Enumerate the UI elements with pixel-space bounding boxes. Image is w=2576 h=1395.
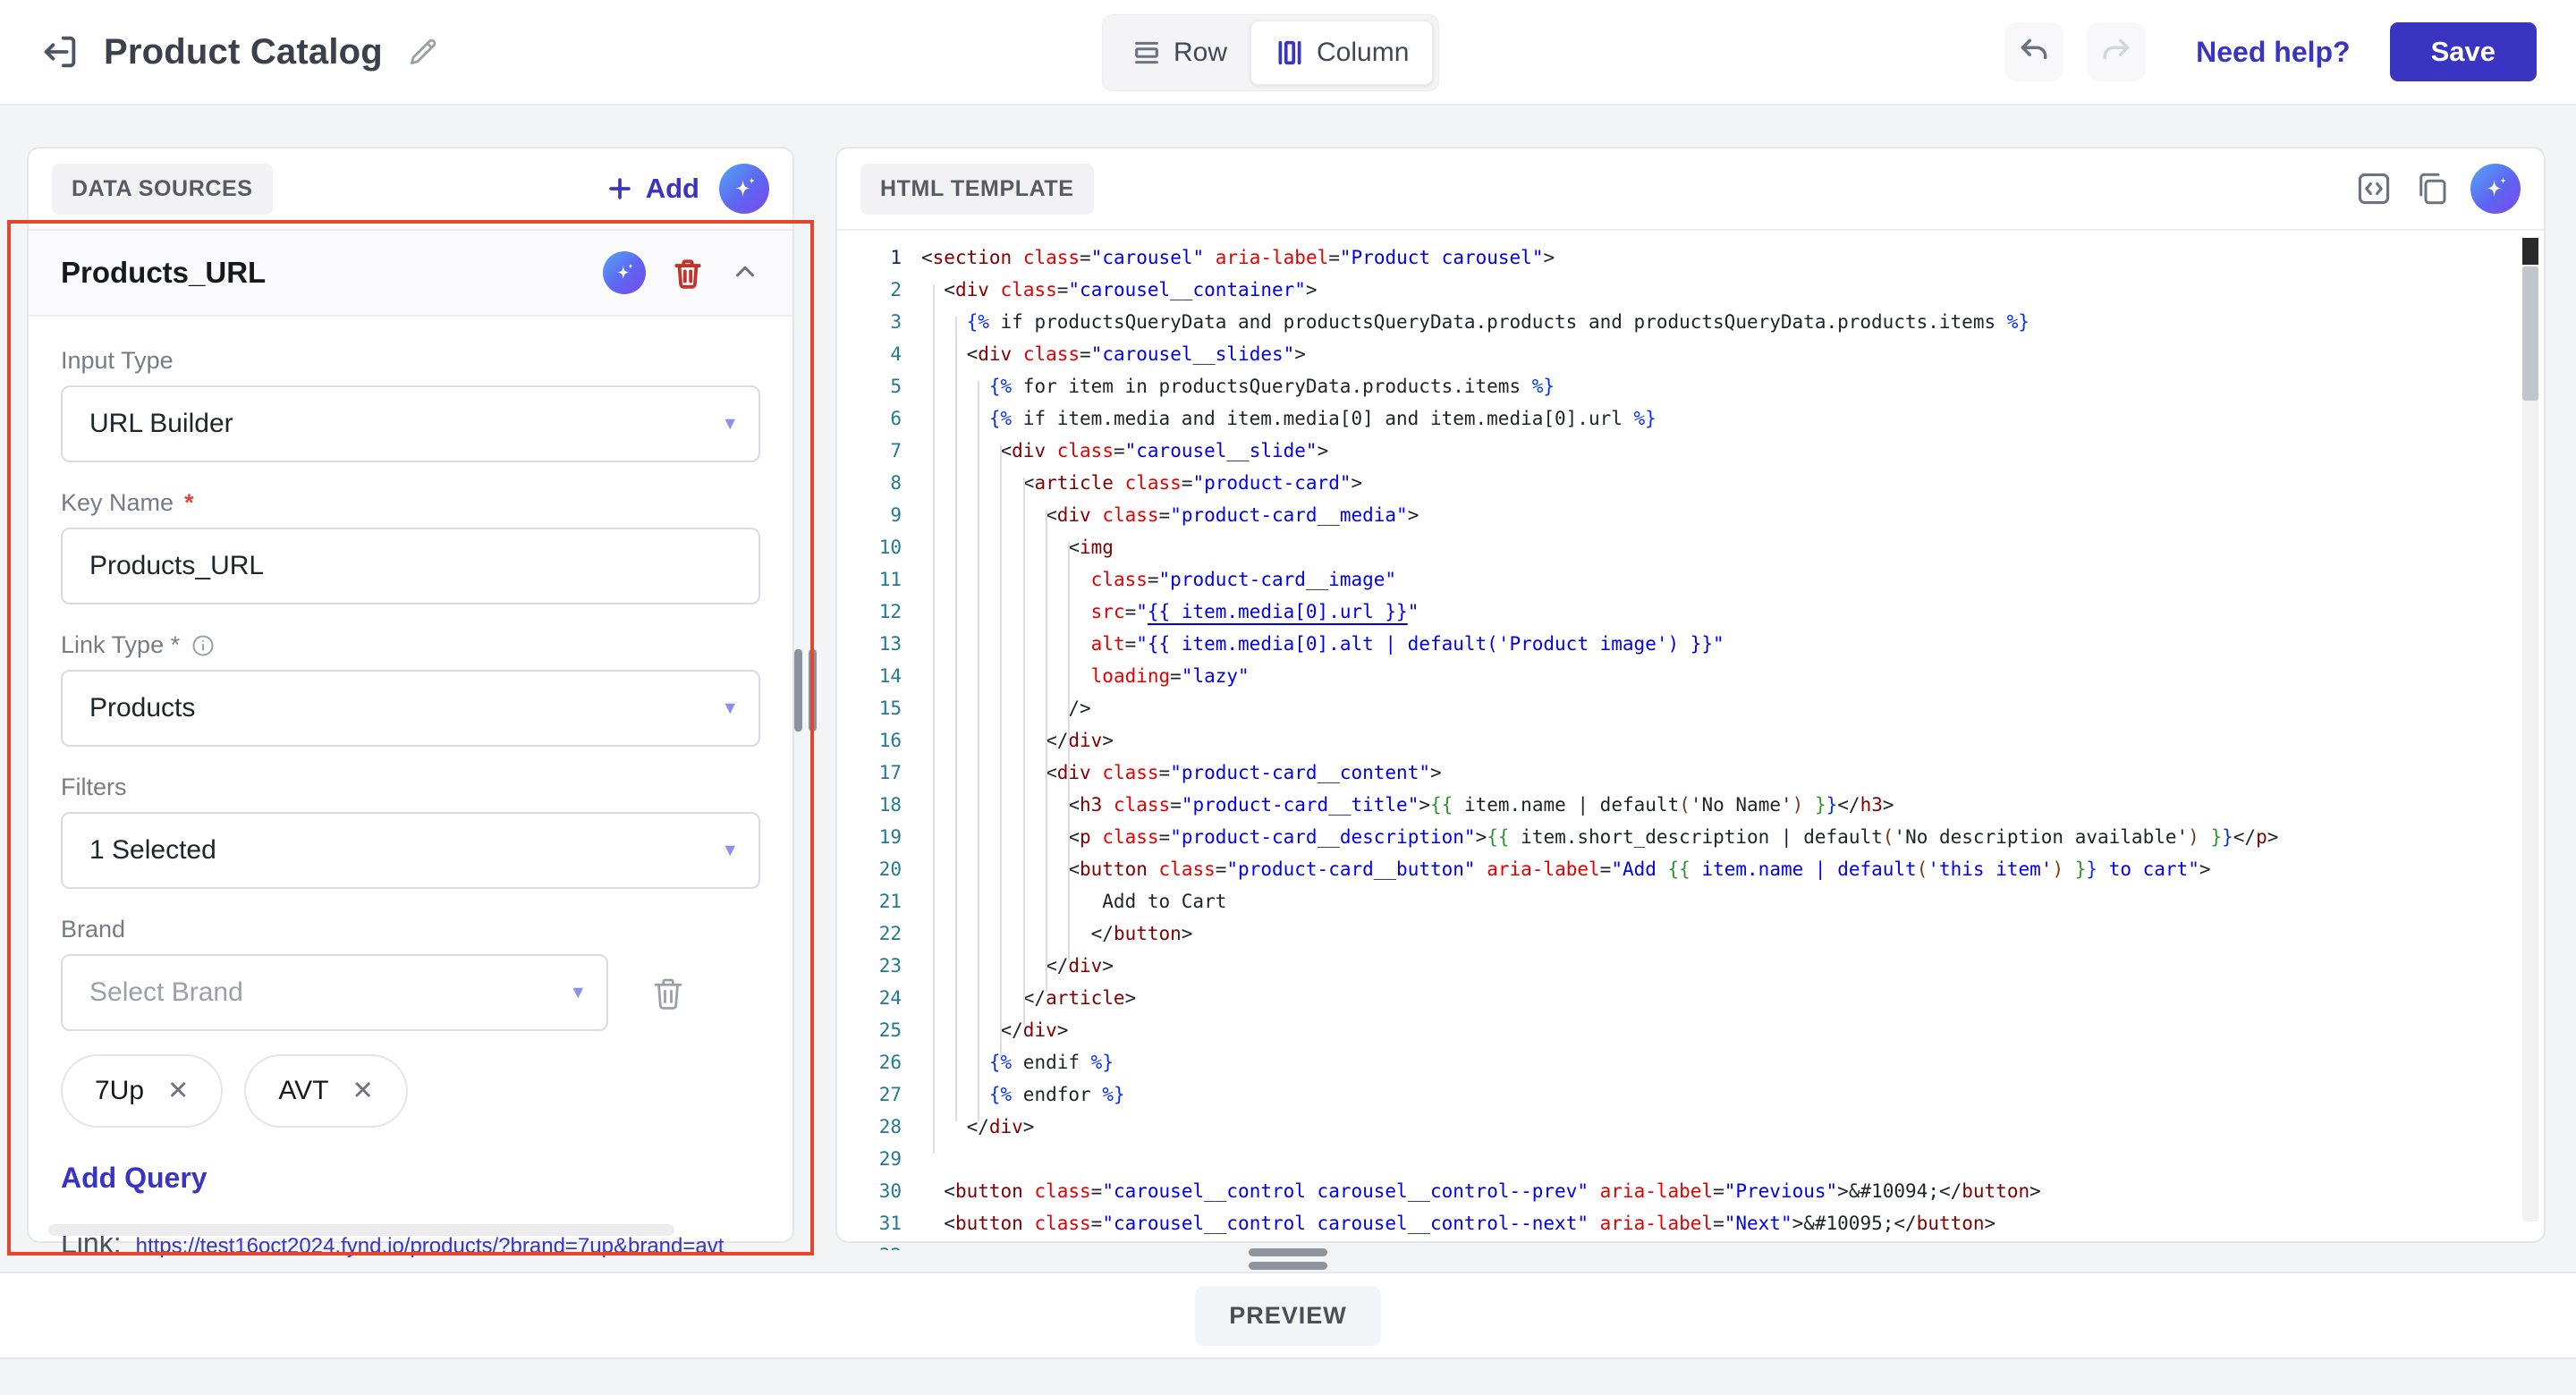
undo-icon [2021, 38, 2047, 60]
brand-chip: 7Up ✕ [61, 1054, 224, 1128]
source-form: Input Type URL Builder ▾ Key Name * Prod… [29, 317, 792, 1260]
brand-label: Brand [61, 916, 126, 943]
ai-assist-button-template[interactable] [2470, 164, 2521, 214]
filters-label: Filters [61, 774, 127, 800]
ai-assist-button-source[interactable] [603, 251, 646, 294]
filters-select[interactable]: 1 Selected ▾ [61, 812, 760, 889]
generated-link-url[interactable]: https://test16oct2024.fynd.io/products/?… [136, 1234, 724, 1259]
info-icon [192, 635, 214, 655]
preview-label[interactable]: PREVIEW [1195, 1285, 1381, 1346]
add-data-source-button[interactable]: Add [605, 173, 699, 205]
remove-chip-icon[interactable]: ✕ [352, 1078, 373, 1104]
preview-resize-handle[interactable] [1249, 1248, 1327, 1275]
chevron-down-icon: ▾ [724, 410, 735, 435]
ai-assist-button-sources[interactable] [719, 164, 769, 214]
source-name: Products_URL [61, 256, 267, 289]
redo-button[interactable] [2087, 22, 2147, 81]
add-label: Add [645, 173, 699, 204]
chip-label: AVT [278, 1076, 329, 1105]
page-title: Product Catalog [104, 31, 383, 72]
trash-icon [674, 259, 701, 289]
save-button[interactable]: Save [2389, 22, 2537, 81]
source-card-header[interactable]: Products_URL [29, 231, 792, 317]
column-toggle-button[interactable]: Column [1250, 21, 1434, 85]
link-type-label: Link Type * [61, 631, 760, 659]
sparkle-icon [2487, 177, 2507, 198]
edit-title-button[interactable] [406, 35, 440, 69]
chevron-up-icon [735, 266, 755, 277]
data-sources-panel: DATA SOURCES Add Products_URL Input Type… [27, 147, 794, 1259]
brand-chips: 7Up ✕ AVT ✕ [61, 1054, 760, 1128]
input-type-value: URL Builder [89, 409, 233, 438]
plus-icon [608, 178, 631, 199]
horizontal-scrollbar[interactable] [48, 1224, 674, 1236]
chevron-down-icon: ▾ [572, 979, 583, 1003]
sparkle-icon [735, 177, 756, 198]
required-asterisk: * [184, 489, 194, 516]
html-template-panel: HTML TEMPLATE 1 <section class="carousel… [835, 147, 2546, 1250]
copy-icon [2419, 173, 2446, 205]
row-toggle-button[interactable]: Row [1108, 21, 1250, 85]
key-name-label: Key Name * [61, 489, 194, 516]
code-view-button[interactable] [2354, 169, 2394, 208]
chip-label: 7Up [95, 1076, 145, 1105]
column-layout-icon [1278, 40, 1301, 65]
html-template-header: HTML TEMPLATE [837, 148, 2544, 231]
code-scrollbar-thumb[interactable] [2522, 266, 2538, 401]
delete-filter-button[interactable] [649, 974, 687, 1011]
page: Product Catalog Row Column Need help? Sa… [0, 0, 2576, 1395]
panel-resize-handle[interactable] [794, 649, 817, 731]
add-query-link[interactable]: Add Query [61, 1162, 208, 1195]
link-type-select[interactable]: Products ▾ [61, 670, 760, 747]
undo-button[interactable] [2004, 22, 2064, 81]
brand-placeholder: Select Brand [89, 977, 243, 1007]
top-bar: Product Catalog Row Column Need help? Sa… [0, 0, 2576, 106]
brand-select[interactable]: Select Brand ▾ [61, 954, 608, 1031]
row-layout-icon [1135, 41, 1158, 64]
remove-chip-icon[interactable]: ✕ [167, 1078, 189, 1104]
brand-row: Select Brand ▾ [61, 954, 760, 1031]
top-actions: Need help? Save [2004, 0, 2537, 104]
html-template-title: HTML TEMPLATE [860, 163, 1094, 215]
collapse-source-button[interactable] [730, 258, 760, 288]
data-sources-title: DATA SOURCES [52, 163, 273, 215]
layout-toggle: Row Column [1102, 14, 1440, 91]
preview-bar: PREVIEW [0, 1272, 2576, 1359]
code-box-icon [2358, 173, 2390, 205]
code-editor-lines: 1 <section class="carousel" aria-label="P… [878, 247, 2279, 1250]
row-toggle-label: Row [1174, 38, 1228, 67]
input-type-label: Input Type [61, 347, 174, 374]
key-name-input[interactable]: Products_URL [61, 528, 760, 604]
back-button[interactable] [39, 31, 80, 72]
sparkle-icon [616, 263, 633, 280]
need-help-link[interactable]: Need help? [2196, 36, 2350, 69]
key-name-value: Products_URL [89, 551, 265, 580]
code-scrollbar-top[interactable] [2522, 238, 2538, 265]
back-icon [44, 36, 76, 68]
input-type-select[interactable]: URL Builder ▾ [61, 385, 760, 462]
copy-code-button[interactable] [2413, 170, 2451, 207]
code-editor[interactable]: 1 <section class="carousel" aria-label="P… [837, 231, 2544, 1250]
pencil-icon [410, 38, 436, 65]
link-type-value: Products [89, 693, 196, 723]
chevron-down-icon: ▾ [724, 695, 735, 719]
filters-value: 1 Selected [89, 835, 216, 865]
title-group: Product Catalog [39, 0, 440, 104]
redo-icon [2103, 38, 2130, 60]
column-toggle-label: Column [1317, 38, 1410, 67]
delete-source-button[interactable] [671, 256, 705, 290]
trash-outline-icon [654, 978, 682, 1010]
chevron-down-icon: ▾ [724, 837, 735, 861]
data-sources-header: DATA SOURCES Add [29, 148, 792, 231]
brand-chip: AVT ✕ [244, 1054, 408, 1128]
